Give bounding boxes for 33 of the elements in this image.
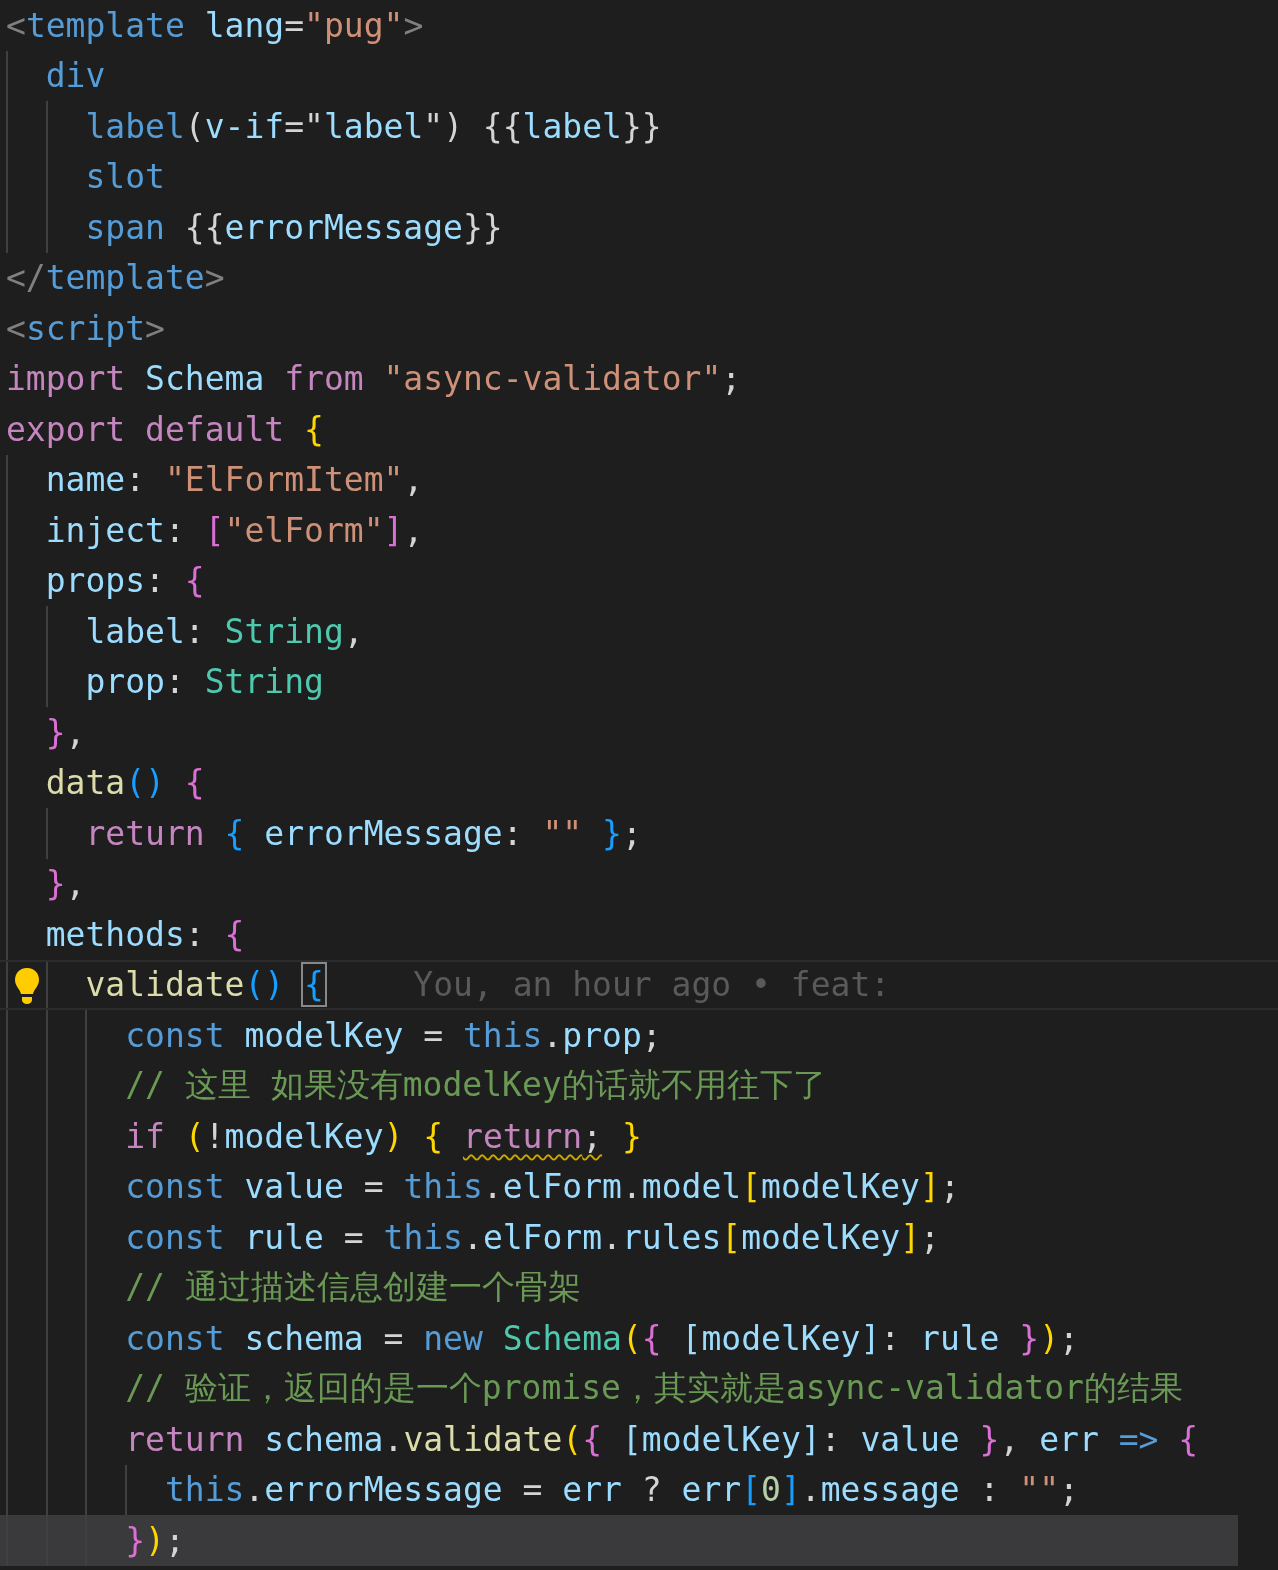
code-line: props: { bbox=[45, 561, 205, 601]
code-line: slot bbox=[85, 157, 165, 197]
code-line: // 验证，返回的是一个promise，其实就是async-validator的结果 bbox=[125, 1367, 1183, 1410]
code-line: }, bbox=[45, 864, 86, 904]
code-line: span {{errorMessage}} bbox=[85, 207, 503, 247]
code-line: }); bbox=[125, 1520, 185, 1560]
code-line: return { errorMessage: "" }; bbox=[85, 813, 642, 853]
code-line: const rule = this.elForm.rules[modelKey]; bbox=[125, 1217, 940, 1257]
code-line: const modelKey = this.prop; bbox=[125, 1015, 662, 1055]
code-line: label: String, bbox=[85, 611, 364, 651]
code-line: methods: { bbox=[45, 914, 245, 954]
code-line: }, bbox=[45, 712, 86, 752]
code-line: validate() { bbox=[85, 965, 324, 1005]
code-line: prop: String bbox=[85, 662, 324, 702]
blame-annotation: You, an hour ago • feat: bbox=[413, 965, 891, 1005]
lightbulb-icon[interactable] bbox=[14, 966, 40, 1005]
code-line: const value = this.elForm.model[modelKey]; bbox=[125, 1167, 960, 1207]
code-line: div bbox=[45, 56, 106, 96]
code-line: return schema.validate({ [modelKey]: value }, err => { bbox=[125, 1419, 1199, 1459]
code-line: </template> bbox=[6, 258, 225, 298]
code-line: export default { bbox=[6, 409, 324, 449]
code-line: name: "ElFormItem", bbox=[45, 460, 424, 500]
code-line: inject: ["elForm"], bbox=[45, 510, 424, 550]
code-line: // 通过描述信息创建一个骨架 bbox=[125, 1266, 581, 1309]
code-line: import Schema from "async-validator"; bbox=[6, 359, 742, 399]
code-line: const schema = new Schema({ [modelKey]: rule }); bbox=[125, 1318, 1079, 1358]
code-line: if (!modelKey) { return; } bbox=[125, 1116, 642, 1156]
code-line: <script> bbox=[6, 308, 165, 348]
code-line: // 这里 如果没有modelKey的话就不用往下了 bbox=[125, 1064, 826, 1107]
code-line: <template lang="pug"> bbox=[6, 5, 424, 45]
code-line: label(v-if="label") {{label}} bbox=[85, 106, 662, 146]
code-line: this.errorMessage = err ? err[0].message : ""; bbox=[164, 1470, 1079, 1510]
code-line: data() { bbox=[45, 763, 205, 803]
